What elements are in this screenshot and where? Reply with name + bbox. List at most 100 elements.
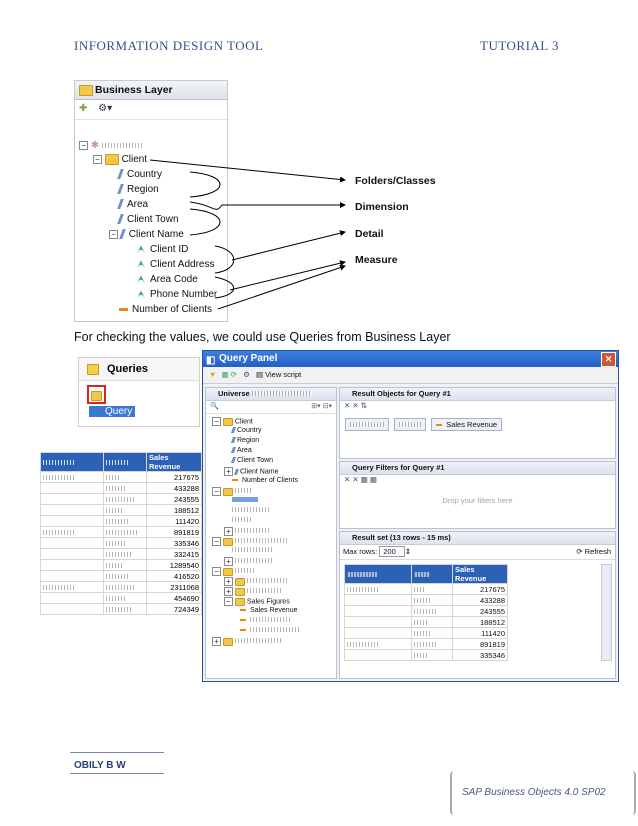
universe-tree-redacted-folder[interactable]: −	[212, 537, 287, 546]
window-icon: ◧	[206, 355, 216, 366]
expand-icon[interactable]: +	[212, 637, 221, 646]
collapse-icon[interactable]: −	[212, 567, 221, 576]
redacted-text	[414, 571, 430, 577]
cell-redacted	[344, 605, 412, 617]
expand-icon[interactable]: +	[224, 527, 233, 536]
query-item[interactable]: Query	[89, 406, 136, 417]
universe-tree-sales-figures[interactable]: − Sales Figures	[224, 597, 290, 606]
refresh-icon: ⟳	[576, 547, 583, 556]
cell-sales-revenue: 335346	[452, 649, 508, 661]
max-rows-input[interactable]: 200	[379, 546, 405, 557]
folder-icon	[234, 577, 245, 586]
universe-tree-area[interactable]: Area	[230, 447, 252, 454]
cell-sales-revenue: 335346	[146, 537, 202, 549]
result-chip[interactable]	[345, 418, 389, 431]
cell-redacted	[411, 583, 453, 595]
filter-icon[interactable]: ▼	[209, 370, 216, 379]
result-objects-list: Sales Revenue	[340, 412, 615, 431]
cell-redacted	[40, 559, 104, 571]
redacted-text	[399, 422, 422, 427]
universe-tree-redacted[interactable]: +	[224, 527, 269, 536]
result-set-toolbar: Max rows: 200 ⇕ ⟳ Refresh	[340, 545, 615, 560]
cell-sales-revenue: 891819	[452, 638, 508, 650]
redacted-text	[250, 627, 300, 632]
table-row: 332415	[40, 548, 202, 560]
collapse-icon[interactable]: −	[212, 537, 221, 546]
spinner-icon[interactable]: ⇕	[405, 547, 411, 556]
table-row: 217675	[344, 583, 508, 595]
collapse-icon[interactable]: −	[224, 597, 233, 606]
expand-icon[interactable]: ⊞▾ ⊟▾	[311, 401, 332, 413]
expand-icon[interactable]: +	[224, 557, 233, 566]
result-chip-sales-revenue[interactable]: Sales Revenue	[431, 418, 503, 431]
universe-tree-client[interactable]: − Client	[212, 417, 253, 426]
universe-tree-redacted[interactable]: +	[224, 587, 283, 596]
new-query-button[interactable]	[87, 385, 106, 404]
grid-icon[interactable]: ▦	[222, 370, 229, 379]
universe-tree-redacted-folder[interactable]: +	[212, 637, 283, 646]
cell-sales-revenue: 217675	[452, 583, 508, 595]
result-chip[interactable]	[394, 418, 427, 431]
remove-icon[interactable]: ✕ ✕ ⇅	[344, 401, 367, 410]
universe-tree-redacted-folder[interactable]: −	[212, 567, 255, 576]
universe-header: Universe	[206, 388, 336, 401]
redacted-text	[43, 474, 75, 480]
cell-redacted	[411, 616, 453, 628]
expand-icon[interactable]: +	[224, 467, 233, 476]
universe-tree-country[interactable]: Country	[230, 427, 262, 434]
redacted-text	[234, 528, 269, 534]
universe-tree-client-town[interactable]: Client Town	[230, 457, 274, 464]
expand-icon[interactable]: +	[224, 587, 233, 596]
footer-product: SAP Business Objects 4.0 SP02	[462, 787, 606, 798]
tree-label: Client Town	[237, 457, 274, 464]
filters-drop-zone[interactable]: Drop your filters here	[340, 496, 615, 505]
redacted-text	[232, 547, 272, 552]
universe-tree-region[interactable]: Region	[230, 437, 259, 444]
table-row: 243555	[344, 605, 508, 617]
universe-tree-redacted[interactable]: +	[224, 577, 287, 586]
table-row: 433288	[344, 594, 508, 606]
query-panel-toolbar: ▼ ▦ ⟳ ⚙ ▤ View script	[203, 367, 618, 384]
search-icon[interactable]: 🔍	[210, 403, 219, 410]
universe-tree-redacted[interactable]	[232, 497, 258, 504]
collapse-icon[interactable]: −	[212, 487, 221, 496]
col-header-redacted	[344, 564, 412, 584]
properties-icon[interactable]: ⚙	[243, 370, 250, 379]
universe-tree-redacted-folder[interactable]: −	[212, 487, 253, 496]
cell-redacted	[411, 594, 453, 606]
table-row: 188512	[344, 616, 508, 628]
redacted-text	[106, 474, 120, 480]
view-script-button[interactable]: ▤ View script	[256, 370, 301, 379]
universe-tree-redacted[interactable]	[232, 507, 270, 514]
expand-icon[interactable]: +	[224, 577, 233, 586]
scrollbar[interactable]	[601, 564, 612, 661]
filter-tools-icon[interactable]: ✕ ✕ ▦ ▦	[344, 475, 377, 484]
universe-tree-redacted[interactable]	[232, 517, 252, 524]
universe-tree-redacted[interactable]	[232, 547, 272, 554]
tree-label: Sales Figures	[246, 598, 290, 606]
redacted-text	[106, 496, 134, 502]
universe-tree-redacted[interactable]	[240, 617, 292, 624]
callout-dimension: Dimension	[355, 201, 409, 213]
cell-redacted	[411, 649, 453, 661]
universe-tree-sales-revenue[interactable]: Sales Revenue	[240, 607, 297, 614]
close-button[interactable]: ✕	[601, 352, 616, 367]
cell-redacted	[40, 526, 104, 538]
query-panel-titlebar: ◧ Query Panel ✕	[203, 351, 618, 367]
cell-sales-revenue: 243555	[452, 605, 508, 617]
universe-tree-redacted[interactable]	[240, 627, 300, 634]
redacted-text	[250, 617, 292, 622]
tree-label: Country	[237, 427, 262, 434]
collapse-icon[interactable]: −	[212, 417, 221, 426]
universe-tree-redacted[interactable]: +	[224, 557, 273, 566]
left-result-table: Sales Revenue 217675 433288 243555 188512 11…	[40, 452, 202, 615]
measure-icon	[232, 479, 238, 482]
universe-tree-number-of-clients[interactable]: Number of Clients	[232, 477, 298, 484]
cell-sales-revenue: 724349	[146, 603, 202, 615]
folder-icon	[222, 537, 233, 546]
universe-tree-client-name[interactable]: + Client Name	[224, 467, 278, 476]
table-row: 724349	[40, 603, 202, 615]
refresh-button[interactable]: ⟳ Refresh	[576, 545, 611, 559]
redacted-text	[232, 497, 258, 502]
refresh-icon[interactable]: ⟳	[231, 370, 237, 379]
